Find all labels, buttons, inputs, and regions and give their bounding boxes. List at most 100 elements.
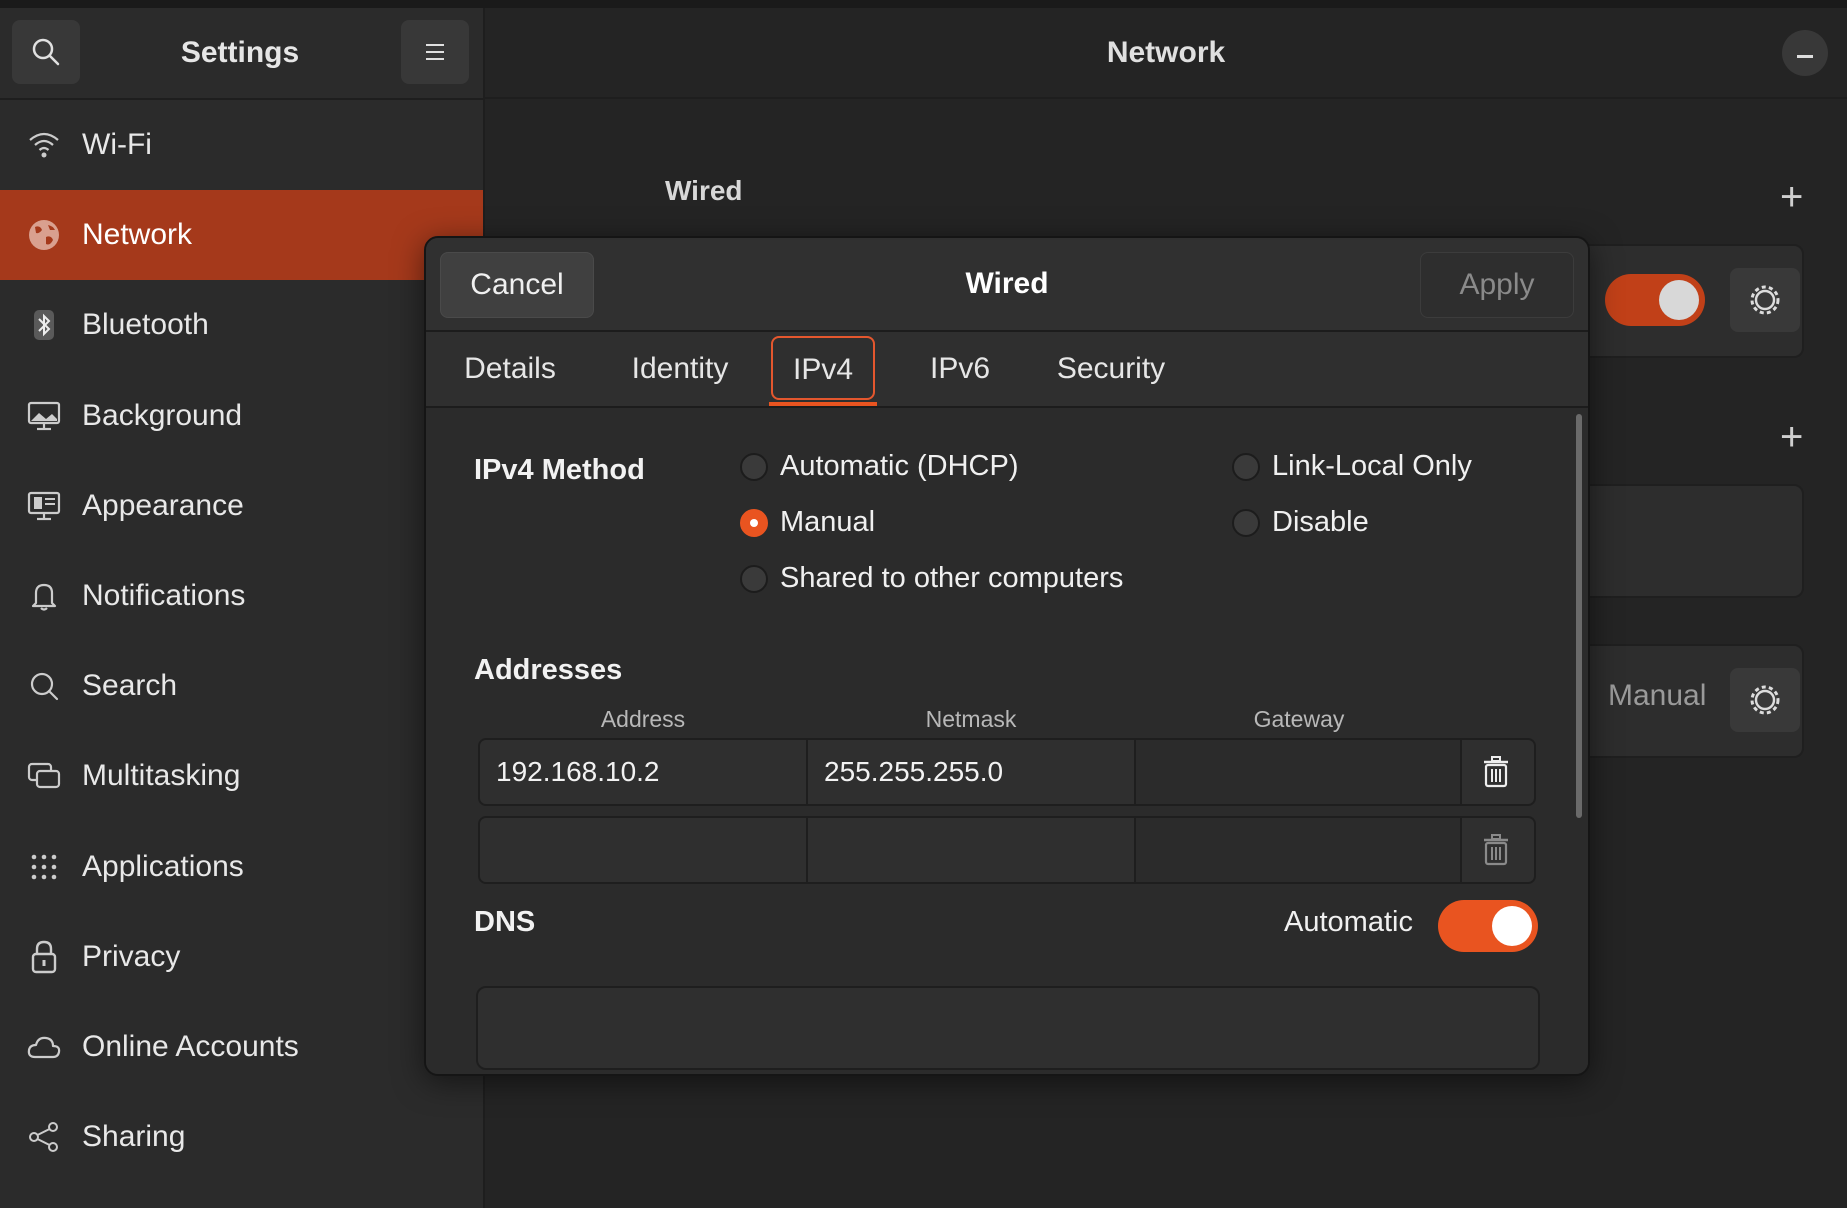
sidebar-item-online-accounts[interactable]: Online Accounts xyxy=(0,1002,483,1092)
radio-indicator xyxy=(1232,508,1260,537)
sidebar-item-multitasking[interactable]: Multitasking xyxy=(0,731,483,821)
radio-label: Shared to other computers xyxy=(780,562,1124,594)
search-button[interactable] xyxy=(12,20,80,84)
addresses-label: Addresses xyxy=(474,654,623,686)
dns-automatic-label: Automatic xyxy=(1284,906,1413,938)
add-wired-connection-button[interactable]: + xyxy=(1780,177,1803,217)
toggle-knob xyxy=(1659,280,1699,320)
ipv4-settings-panel: IPv4 Method Automatic (DHCP) Manual Shar… xyxy=(426,408,1588,1074)
ipv4-method-label: IPv4 Method xyxy=(474,454,645,486)
radio-label: Manual xyxy=(780,506,876,538)
share-icon xyxy=(22,1115,66,1159)
radio-link-local-only[interactable]: Link-Local Only xyxy=(1232,450,1472,483)
radio-label: Disable xyxy=(1272,506,1369,538)
wired-connection-toggle[interactable] xyxy=(1605,274,1705,326)
cancel-button[interactable]: Cancel xyxy=(440,252,594,318)
sidebar-item-label: Applications xyxy=(82,850,244,883)
radio-automatic-dhcp[interactable]: Automatic (DHCP) xyxy=(740,450,1019,483)
sidebar-item-privacy[interactable]: Privacy xyxy=(0,912,483,1002)
tab-details[interactable]: Details xyxy=(460,332,560,406)
cloud-icon xyxy=(22,1025,66,1069)
radio-indicator xyxy=(740,452,768,481)
multitasking-icon xyxy=(22,754,66,798)
plus-icon: + xyxy=(1780,175,1804,219)
search-icon xyxy=(32,38,60,66)
gear-icon xyxy=(1750,285,1780,315)
minimize-button[interactable] xyxy=(1782,30,1828,76)
apply-button[interactable]: Apply xyxy=(1420,252,1574,318)
sidebar-item-applications[interactable]: Applications xyxy=(0,822,483,912)
sidebar-item-search[interactable]: Search xyxy=(0,641,483,731)
lock-icon xyxy=(22,935,66,979)
radio-manual[interactable]: Manual xyxy=(740,506,875,539)
address-input[interactable] xyxy=(480,818,808,882)
radio-disable[interactable]: Disable xyxy=(1232,506,1369,539)
dns-servers-input[interactable] xyxy=(476,986,1540,1070)
address-input[interactable]: 192.168.10.2 xyxy=(480,740,808,804)
sidebar-item-label: Bluetooth xyxy=(82,308,209,341)
sidebar-item-label: Wi-Fi xyxy=(82,128,152,161)
dialog-title: Wired xyxy=(965,267,1049,300)
tab-ipv6[interactable]: IPv6 xyxy=(912,332,1008,406)
tab-identity[interactable]: Identity xyxy=(618,332,742,406)
page-title: Network xyxy=(1106,36,1226,69)
network-globe-icon xyxy=(22,213,66,257)
address-row xyxy=(478,816,1536,884)
sidebar-item-label: Privacy xyxy=(82,940,181,973)
netmask-input[interactable] xyxy=(808,818,1136,882)
sidebar-item-wifi[interactable]: Wi-Fi xyxy=(0,100,483,190)
delete-address-button[interactable] xyxy=(1460,740,1532,804)
tab-security[interactable]: Security xyxy=(1036,332,1186,406)
radio-indicator xyxy=(1232,452,1260,481)
sidebar-item-label: Background xyxy=(82,399,243,432)
radio-label: Automatic (DHCP) xyxy=(780,450,1019,482)
sidebar-item-label: Appearance xyxy=(82,489,244,522)
scrollbar[interactable] xyxy=(1576,414,1582,818)
search-icon xyxy=(22,664,66,708)
proxy-mode-value: Manual xyxy=(1608,679,1707,712)
hamburger-menu-icon xyxy=(426,44,444,60)
minimize-icon xyxy=(1797,54,1813,58)
toggle-knob xyxy=(1492,906,1532,946)
dialog-header: Cancel Wired Apply xyxy=(426,238,1588,332)
bluetooth-icon xyxy=(22,303,66,347)
radio-shared[interactable]: Shared to other computers xyxy=(740,562,1123,595)
netmask-input[interactable]: 255.255.255.0 xyxy=(808,740,1136,804)
sidebar-item-sharing[interactable]: Sharing xyxy=(0,1092,483,1182)
sidebar-item-label: Multitasking xyxy=(82,759,241,792)
column-header-netmask: Netmask xyxy=(925,706,1017,732)
plus-icon: + xyxy=(1780,415,1804,459)
sidebar-header: Settings xyxy=(0,8,483,100)
radio-indicator xyxy=(740,508,768,537)
wired-settings-button[interactable] xyxy=(1730,268,1800,332)
sidebar-item-label: Network xyxy=(82,218,193,251)
column-header-gateway: Gateway xyxy=(1253,706,1345,732)
sidebar-item-label: Sharing xyxy=(82,1120,186,1153)
sidebar-item-notifications[interactable]: Notifications xyxy=(0,551,483,641)
window-top-edge xyxy=(0,0,1847,8)
add-vpn-connection-button[interactable]: + xyxy=(1780,417,1803,457)
sidebar-item-appearance[interactable]: Appearance xyxy=(0,461,483,551)
grid-icon xyxy=(22,845,66,889)
wired-settings-dialog: Cancel Wired Apply Details Identity IPv4… xyxy=(424,236,1590,1076)
header-divider xyxy=(485,97,1847,99)
column-header-address: Address xyxy=(600,706,686,732)
tab-ipv4[interactable]: IPv4 xyxy=(771,336,875,400)
sidebar-item-bluetooth[interactable]: Bluetooth xyxy=(0,280,483,370)
wifi-icon xyxy=(22,123,66,167)
dns-label: DNS xyxy=(474,906,536,938)
trash-icon xyxy=(1484,756,1508,788)
sidebar-item-background[interactable]: Background xyxy=(0,371,483,461)
menu-button[interactable] xyxy=(401,20,469,84)
gateway-input[interactable] xyxy=(1136,818,1462,882)
proxy-settings-button[interactable] xyxy=(1730,668,1800,732)
delete-address-button[interactable] xyxy=(1460,818,1532,882)
dns-automatic-toggle[interactable] xyxy=(1438,900,1538,952)
sidebar-title: Settings xyxy=(180,36,300,69)
trash-icon xyxy=(1484,834,1508,866)
gateway-input[interactable] xyxy=(1136,740,1462,804)
wired-section-heading: Wired xyxy=(665,175,743,206)
sidebar-item-label: Search xyxy=(82,669,178,702)
appearance-icon xyxy=(22,484,66,528)
sidebar-item-network[interactable]: Network xyxy=(0,190,483,280)
